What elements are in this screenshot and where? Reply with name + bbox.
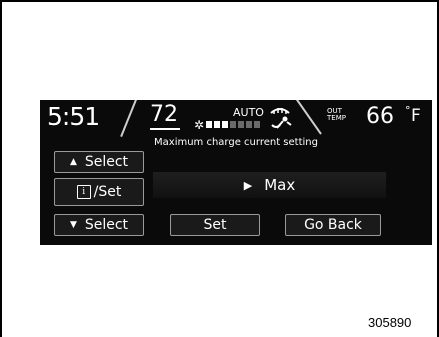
go-back-label: Go Back: [304, 217, 362, 233]
out-label-line2: TEMP: [327, 114, 346, 122]
select-down-label: Select: [84, 217, 129, 233]
fan-speed-bar: [238, 121, 244, 128]
figure-number: 305890: [368, 315, 412, 330]
triangle-down-icon: ▼: [69, 220, 77, 230]
temperature-unit: F: [411, 106, 421, 126]
display-screen: 5:51 72 ✲ AUTO OUT TEMP 66 ° F Maximum c…: [40, 100, 432, 245]
selected-value-panel: ▶ Max: [153, 172, 386, 198]
set-temperature: 72: [150, 102, 178, 127]
info-icon: i: [76, 185, 91, 199]
info-set-label: /Set: [93, 184, 122, 200]
fan-icon: ✲: [194, 118, 205, 132]
fan-speed-bar: [222, 121, 228, 128]
set-button[interactable]: Set: [170, 214, 260, 236]
frame-left-border: [0, 0, 2, 337]
fan-speed-indicator: [206, 121, 260, 128]
climate-status-bar: 5:51 72 ✲ AUTO OUT TEMP 66 ° F: [40, 100, 432, 137]
select-up-label: Select: [84, 154, 129, 170]
triangle-up-icon: ▲: [69, 157, 77, 167]
fan-speed-bar: [246, 121, 252, 128]
temperature-underline: [150, 128, 180, 130]
go-back-button[interactable]: Go Back: [285, 214, 381, 236]
divider: [120, 100, 138, 137]
select-down-button[interactable]: ▼ Select: [54, 214, 144, 236]
fan-speed-bar: [214, 121, 220, 128]
degree-symbol: °: [405, 104, 411, 117]
clock: 5:51: [47, 102, 100, 131]
screen-title: Maximum charge current setting: [154, 137, 318, 148]
outside-temp-label: OUT TEMP: [327, 108, 346, 122]
divider: [296, 100, 322, 135]
fan-speed-bar: [230, 121, 236, 128]
frame-top-border: [0, 0, 439, 2]
fan-speed-bar: [206, 121, 212, 128]
play-arrow-icon: ▶: [243, 178, 253, 192]
fan-speed-bar: [254, 121, 260, 128]
set-label: Set: [203, 217, 227, 233]
auto-mode-label: AUTO: [233, 106, 264, 119]
defrost-airflow-icon: [270, 108, 292, 129]
select-up-button[interactable]: ▲ Select: [54, 151, 144, 173]
outside-temperature: 66: [366, 104, 394, 129]
info-set-button[interactable]: i /Set: [54, 178, 144, 206]
selected-value: Max: [264, 176, 296, 194]
